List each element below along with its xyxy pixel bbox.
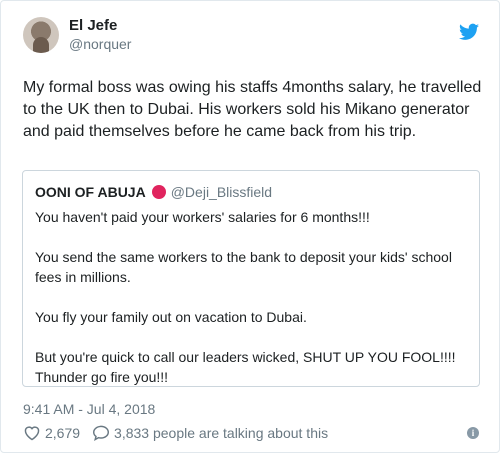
- avatar[interactable]: [23, 17, 59, 53]
- info-icon[interactable]: i: [467, 427, 479, 439]
- author-display-name[interactable]: El Jefe: [69, 17, 131, 35]
- speech-bubble-icon: [93, 425, 110, 441]
- conversation-link[interactable]: 3,833 people are talking about this: [92, 425, 328, 441]
- heart-icon: [24, 426, 40, 441]
- red-circle-emoji-icon: [151, 185, 166, 199]
- tweet-text: My formal boss was owing his staffs 4mon…: [23, 79, 482, 140]
- quoted-paragraph: You haven't paid your workers' salaries …: [35, 209, 370, 225]
- quoted-paragraph: You fly your family out on vacation to D…: [35, 309, 307, 325]
- author-names[interactable]: El Jefe @norquer: [69, 17, 131, 53]
- like-count: 2,679: [45, 425, 81, 441]
- tweet-header: El Jefe @norquer: [23, 17, 131, 53]
- author-handle[interactable]: @norquer: [69, 35, 131, 53]
- quoted-tweet-header: OONI OF ABUJA @Deji_Blissfield: [35, 183, 467, 201]
- quoted-author-handle: @Deji_Blissfield: [170, 184, 273, 200]
- twitter-bird-icon[interactable]: [459, 23, 479, 41]
- tweet-actions: 2,679 3,833 people are talking about thi…: [23, 425, 340, 441]
- quoted-paragraph: You send the same workers to the bank to…: [35, 249, 452, 285]
- quoted-paragraph: But you're quick to call our leaders wic…: [35, 349, 456, 385]
- quoted-tweet-body: You haven't paid your workers' salaries …: [35, 207, 467, 387]
- talking-count: 3,833 people are talking about this: [114, 425, 329, 441]
- tweet-card: El Jefe @norquer My formal boss was owin…: [0, 0, 500, 453]
- like-button[interactable]: 2,679: [23, 425, 80, 441]
- quoted-author-name: OONI OF ABUJA: [35, 184, 146, 200]
- tweet-timestamp[interactable]: 9:41 AM - Jul 4, 2018: [23, 401, 155, 417]
- quoted-tweet[interactable]: OONI OF ABUJA @Deji_Blissfield You haven…: [22, 170, 480, 387]
